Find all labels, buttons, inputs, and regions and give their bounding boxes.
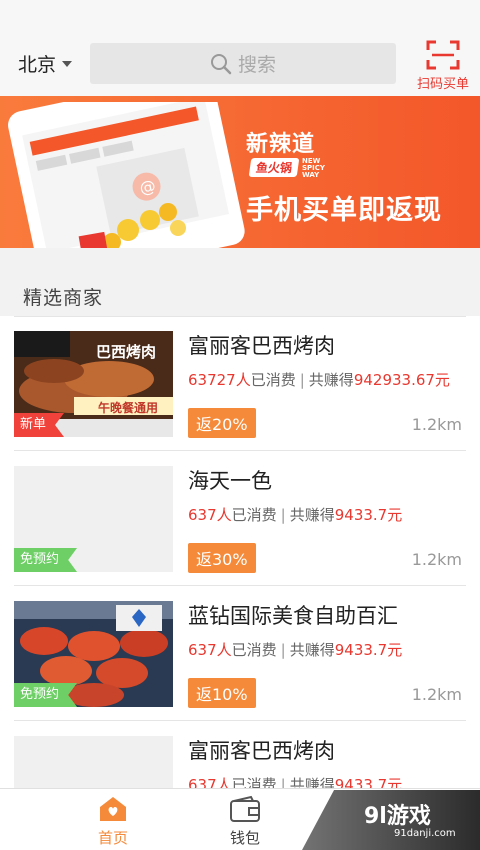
- wallet-icon: [230, 795, 260, 822]
- merchant-name: 富丽客巴西烤肉: [188, 739, 335, 763]
- search-placeholder: 搜索: [237, 54, 276, 76]
- search-input[interactable]: 搜索: [90, 43, 396, 84]
- watermark-main: 9l游戏: [364, 804, 431, 829]
- rebate-badge: 返10%: [188, 678, 256, 708]
- merchant-item[interactable]: 巴西烤肉 午晚餐通用 新单 富丽客巴西烤肉 63727人已消费 | 共赚得94293…: [0, 316, 480, 451]
- merchant-thumbnail: 巴西烤肉 午晚餐通用 新单: [14, 331, 173, 437]
- tab-wallet[interactable]: 钱包: [205, 795, 285, 848]
- caret-down-icon: [62, 60, 73, 67]
- top-bar: 北京 搜索 扫码买单: [0, 0, 480, 96]
- distance: 1.2km: [411, 685, 462, 704]
- merchant-stats: 63727人已消费 | 共赚得942933.67元: [188, 371, 450, 389]
- city-label: 北京: [18, 54, 57, 76]
- section-title: 精选商家: [23, 287, 104, 309]
- watermark-sub: 91danji.com: [394, 828, 456, 839]
- scan-pay-label: 扫码买单: [416, 77, 469, 92]
- banner-brand: 新辣道: [246, 132, 316, 157]
- merchant-name: 海天一色: [188, 469, 272, 493]
- promo-banner[interactable]: @ 新辣道 鱼火锅 NEW SPICY WAY 手机买单即返现: [0, 96, 480, 248]
- tab-label: 钱包: [229, 829, 260, 847]
- thumb-subtitle: 午晚餐通用: [98, 401, 159, 415]
- scan-icon: [426, 40, 460, 70]
- home-icon: [100, 797, 126, 821]
- merchant-stats: 637人已消费 | 共赚得9433.7元: [188, 641, 403, 659]
- distance: 1.2km: [411, 550, 462, 569]
- status-badge: 免预约: [14, 548, 78, 572]
- status-badge: 免预约: [14, 683, 78, 707]
- merchant-thumbnail: 免预约: [14, 466, 173, 572]
- banner-slogan: 手机买单即返现: [246, 195, 442, 226]
- merchant-item[interactable]: 富丽客巴西烤肉 637人已消费 | 共赚得9433.7元: [0, 721, 480, 788]
- rebate-badge: 返30%: [188, 543, 256, 573]
- tab-home[interactable]: 首页: [73, 795, 153, 848]
- tab-label: 首页: [97, 829, 128, 847]
- merchant-stats: 637人已消费 | 共赚得9433.7元: [188, 506, 403, 524]
- banner-logo-en: NEW SPICY WAY: [302, 157, 325, 179]
- city-selector[interactable]: 北京: [18, 50, 73, 77]
- merchant-thumbnail: [14, 736, 173, 788]
- merchant-thumbnail: 免预约: [14, 601, 173, 707]
- merchant-item[interactable]: 免预约 蓝钻国际美食自助百汇 637人已消费 | 共赚得9433.7元 返10% 1…: [0, 586, 480, 721]
- merchant-name: 蓝钻国际美食自助百汇: [188, 604, 398, 628]
- merchant-item[interactable]: 免预约 海天一色 637人已消费 | 共赚得9433.7元 返30% 1.2km: [0, 451, 480, 586]
- search-icon: [210, 53, 232, 74]
- rebate-badge: 返20%: [188, 408, 256, 438]
- scan-pay-button[interactable]: 扫码买单: [412, 40, 474, 92]
- banner-logo: 鱼火锅: [248, 158, 300, 177]
- thumb-title: 巴西烤肉: [96, 343, 157, 361]
- merchant-stats: 637人已消费 | 共赚得9433.7元: [188, 776, 403, 788]
- merchant-list: 巴西烤肉 午晚餐通用 新单 富丽客巴西烤肉 63727人已消费 | 共赚得94293…: [0, 316, 480, 788]
- distance: 1.2km: [411, 415, 462, 434]
- phone-illustration: @: [8, 102, 245, 248]
- merchant-name: 富丽客巴西烤肉: [188, 334, 335, 358]
